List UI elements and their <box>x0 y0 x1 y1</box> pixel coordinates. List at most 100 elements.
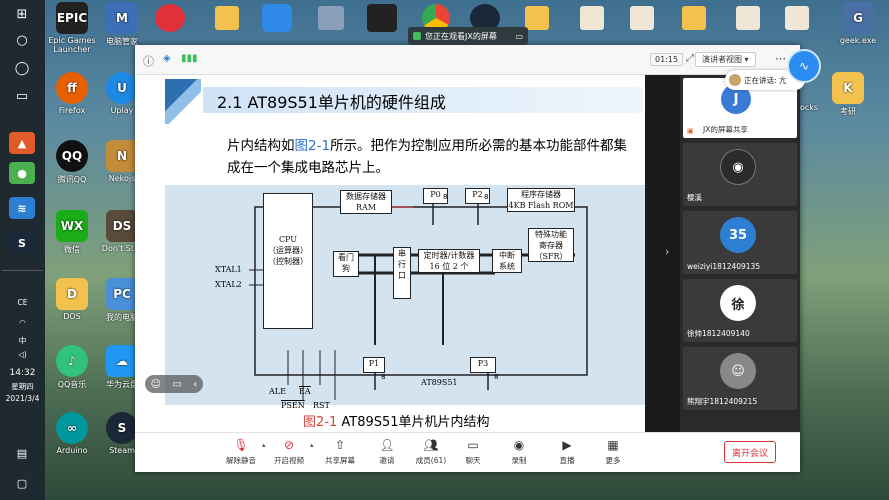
diagram-timer-label: 定时器/计数器 16 位 2 个 <box>423 251 475 271</box>
leave-meeting-button[interactable]: 离开会议 <box>724 441 776 463</box>
leave-meeting-label: 离开会议 <box>731 448 768 459</box>
participant-tile[interactable]: 徐 徐帅1812409140 <box>683 279 797 342</box>
diagram-interrupt-label: 中断 系统 <box>499 251 515 271</box>
taskbar-app-icon[interactable]: ● <box>9 162 35 184</box>
chat-button[interactable]: ▭ 聊天 <box>453 437 493 466</box>
windows-start-icon[interactable]: ⊞ <box>8 4 36 24</box>
collapse-icon[interactable]: ▭ <box>515 32 523 41</box>
document-icon[interactable] <box>736 6 760 30</box>
notification-icon[interactable]: ▤ <box>9 442 35 464</box>
cloud-icon: ☁ <box>106 345 138 377</box>
speaking-text: 正在讲话: 亢 <box>744 75 787 85</box>
document-icon[interactable] <box>630 6 654 30</box>
participant-panel: J JX的屏幕共享 ▣ ◉ 樱溪 35 weiziyi1812409135 徐 … <box>680 75 800 432</box>
cortana-icon[interactable]: ◯ <box>8 58 36 78</box>
view-mode-button[interactable]: 演讲者视图 ▾ <box>695 52 756 67</box>
ime-indicator[interactable]: 中 <box>2 335 43 346</box>
participant-name: JX的屏幕共享 <box>703 125 748 134</box>
paragraph-text: 片内结构如 <box>227 138 295 154</box>
desktop-icon-epic[interactable]: EPIC Epic Games Launcher <box>44 2 100 54</box>
screen-share-banner[interactable]: 您正在观看JX的屏幕 ▭ <box>408 27 528 45</box>
desktop-icon-geek[interactable]: G geek.exe <box>830 2 886 45</box>
caption-text: AT89S51单片机片内结构 <box>341 415 490 430</box>
language-indicator[interactable]: CE <box>2 298 43 307</box>
steam-icon[interactable]: S <box>9 232 35 254</box>
desktop-icon-qq[interactable]: QQ 腾讯QQ <box>44 140 100 185</box>
neko-icon: N <box>106 140 138 172</box>
show-desktop-icon[interactable]: ▢ <box>9 472 35 494</box>
task-view-icon[interactable]: ▭ <box>8 86 36 106</box>
folder-icon[interactable] <box>525 6 549 30</box>
desktop-icon-firefox[interactable]: ff Firefox <box>44 72 100 115</box>
live-button[interactable]: ▶ 直播 <box>547 437 587 466</box>
invite-button[interactable]: 👤︎ 邀请 <box>367 437 407 466</box>
folder-icon[interactable] <box>215 6 239 30</box>
tencent-meeting-icon[interactable]: ≋ <box>9 197 35 219</box>
desktop-icon-wechat[interactable]: WX 微信 <box>44 210 100 255</box>
floating-assistant-icon[interactable]: ∿ <box>787 49 821 83</box>
desktop-icon-label: Arduino <box>56 446 88 455</box>
signal-icon[interactable]: ▮▮▮ <box>181 53 198 64</box>
figure-reference[interactable]: 图2-1 <box>295 138 331 154</box>
document-icon[interactable] <box>785 6 809 30</box>
desktop-icon-arduino[interactable]: ∞ Arduino <box>44 412 100 455</box>
mute-label: 解除静音 <box>226 456 256 465</box>
bus-width-label: 8 <box>494 373 499 381</box>
desktop-icon-kaoyan[interactable]: K 考研 <box>820 72 876 117</box>
search-icon[interactable]: ○ <box>8 30 36 50</box>
chevron-left-icon[interactable]: ‹ <box>193 379 197 390</box>
participant-tile[interactable]: ☺ 熊翔宇1812409215 <box>683 347 797 410</box>
video-player-icon[interactable] <box>262 4 292 32</box>
participant-tile[interactable]: 35 weiziyi1812409135 <box>683 211 797 274</box>
caption-figure-number: 图2-1 <box>303 415 338 430</box>
network-icon[interactable]: ◠ <box>2 318 43 327</box>
members-button[interactable]: 👥︎ 成员(61) <box>411 437 451 466</box>
record-button[interactable]: ◉ 录制 <box>499 437 539 466</box>
security-shield-icon[interactable]: ◈ <box>163 53 171 64</box>
emoji-icon[interactable]: ☺ <box>151 379 161 390</box>
firefox-icon: ff <box>56 72 88 104</box>
desktop-icon-manager[interactable]: M 电脑管家 <box>94 2 150 47</box>
document-icon[interactable] <box>580 6 604 30</box>
info-icon[interactable]: ⓘ <box>143 53 154 69</box>
participant-tile[interactable]: ◉ 樱溪 <box>683 143 797 206</box>
volume-icon[interactable]: ◁) <box>2 350 43 359</box>
chat-bubble-icon[interactable]: ▭ <box>172 379 181 390</box>
fullscreen-icon[interactable]: ⤢ <box>686 53 694 64</box>
record-label: 录制 <box>511 456 527 465</box>
chevron-up-icon[interactable]: ▴ <box>310 441 314 449</box>
diagram-watchdog: 看门 狗 <box>333 251 359 277</box>
members-icon: 👥︎ <box>423 438 439 452</box>
share-screen-label: 共享屏幕 <box>325 456 355 465</box>
desktop-icon-label: QQ音乐 <box>57 380 87 389</box>
bus-width-label: 8 <box>484 193 489 201</box>
ale-label: ALE <box>269 387 286 396</box>
add-user-icon: 👤︎ <box>379 438 395 452</box>
more-icon[interactable]: ⋯ <box>775 52 786 65</box>
folder-icon[interactable] <box>682 6 706 30</box>
collapse-panel-icon[interactable]: › <box>665 245 669 258</box>
desktop-icon-label: geek.exe <box>839 36 877 45</box>
taskbar-app-icon[interactable]: ▲ <box>9 132 35 154</box>
share-screen-button[interactable]: ⇧ 共享屏幕 <box>320 437 360 466</box>
chat-icon: ▭ <box>467 438 479 452</box>
mute-button[interactable]: 🎙︎ 解除静音 <box>221 437 261 466</box>
app-icon[interactable] <box>318 6 344 30</box>
video-button[interactable]: ⊘ 开启视频 <box>269 437 309 466</box>
desktop-icon-label: Firefox <box>58 106 86 115</box>
shared-screen-stage: 2.1 AT89S51单片机的硬件组成 片内结构如图2-1所示。把作为控制应用所… <box>135 75 680 432</box>
app-icon[interactable] <box>367 4 397 32</box>
diagram-watchdog-label: 看门 狗 <box>338 253 354 273</box>
netease-music-icon[interactable] <box>155 4 185 32</box>
emoji-toolbar[interactable]: ☺ ▭ ‹ <box>145 375 203 393</box>
desktop-icon-label: 微信 <box>64 245 80 254</box>
chevron-up-icon[interactable]: ▴ <box>262 441 266 449</box>
qq-music-icon: ♪ <box>56 345 88 377</box>
clock-time[interactable]: 14:32 <box>2 368 43 378</box>
clock-date: 2021/3/4 <box>5 394 40 403</box>
desktop-icon-dos[interactable]: D DOS <box>44 278 100 321</box>
desktop-icon-qqmusic[interactable]: ♪ QQ音乐 <box>44 345 100 390</box>
participant-name: 熊翔宇1812409215 <box>687 397 758 406</box>
diagram-p0-label: P0 <box>430 190 441 199</box>
more-button[interactable]: ▦ 更多 <box>593 437 633 466</box>
